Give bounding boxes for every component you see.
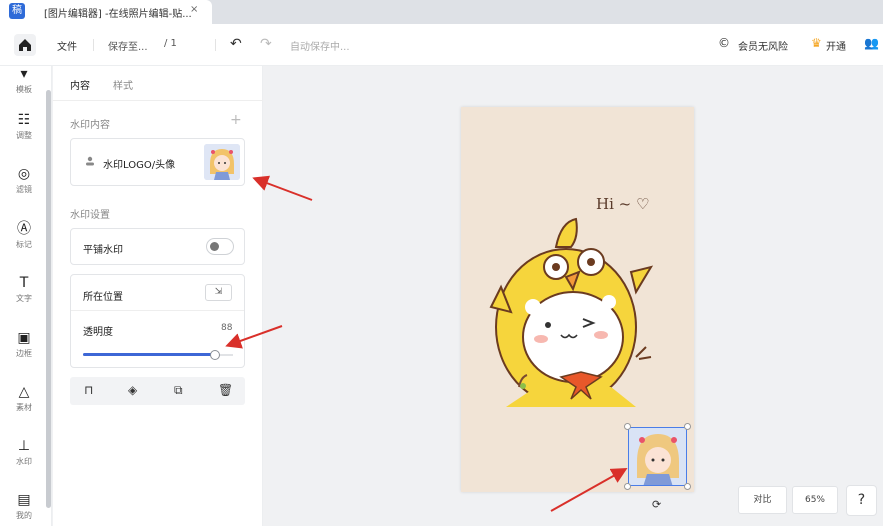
- tab-title: [图片编辑器] -在线照片编辑-贴...: [44, 9, 192, 20]
- compare-button[interactable]: 对比: [738, 486, 787, 514]
- nav-item-adjust[interactable]: ☷ 调整: [0, 112, 48, 141]
- nav-item-mine[interactable]: ▤ 我的: [0, 492, 48, 521]
- nav-label: 边框: [16, 349, 32, 358]
- tile-toggle[interactable]: [206, 238, 234, 255]
- section-title-settings: 水印设置: [70, 210, 110, 221]
- watermark-logo-card[interactable]: 水印LOGO/头像: [70, 138, 245, 186]
- zoom-level[interactable]: 65%: [792, 486, 838, 514]
- close-icon[interactable]: ×: [190, 4, 198, 15]
- toggle-knob: [210, 242, 219, 251]
- opacity-label: 透明度: [83, 327, 113, 338]
- watermark-logo-layer[interactable]: [628, 427, 687, 486]
- nav-item-filter[interactable]: ◎ 滤镜: [0, 166, 48, 195]
- redo-icon[interactable]: ↷: [260, 36, 272, 52]
- tab-content[interactable]: 内容: [70, 77, 90, 92]
- material-icon: △: [18, 384, 30, 400]
- nav-label: 我的: [16, 511, 32, 520]
- nav-label: 调整: [16, 131, 32, 140]
- left-nav: ▾ 模板 ☷ 调整 ◎ 滤镜 Ⓐ 标记 T 文字 ▣ 边框 △ 素材 ⊥ 水印 …: [0, 66, 52, 526]
- slider-thumb[interactable]: [210, 350, 220, 360]
- home-icon[interactable]: [14, 34, 36, 56]
- person-icon: [85, 156, 95, 169]
- position-label: 所在位置: [83, 292, 123, 303]
- rotate-icon[interactable]: ⟳: [652, 498, 661, 511]
- resize-handle[interactable]: [624, 423, 631, 430]
- top-toolbar: 文件 保存至... / 1 ↶ ↷ 自动保存中... © 会员无风险 ♛ 开通 …: [0, 24, 883, 66]
- nav-item-border[interactable]: ▣ 边框: [0, 330, 48, 359]
- add-icon[interactable]: +: [230, 112, 242, 128]
- nav-scrollbar[interactable]: [46, 90, 51, 508]
- nav-item-mark[interactable]: Ⓐ 标记: [0, 221, 48, 250]
- resize-handle[interactable]: [684, 483, 691, 490]
- copy-icon[interactable]: ⧉: [174, 383, 183, 398]
- section-title-content: 水印内容: [70, 120, 110, 131]
- mark-icon: Ⓐ: [17, 221, 31, 237]
- resize-handle[interactable]: [684, 423, 691, 430]
- nav-label: 素材: [16, 403, 32, 412]
- help-button[interactable]: ?: [846, 485, 877, 516]
- position-select-icon[interactable]: ⇲: [205, 284, 232, 301]
- delete-icon[interactable]: 🗑: [218, 383, 233, 397]
- nav-label: 滤镜: [16, 185, 32, 194]
- resize-handle[interactable]: [624, 483, 631, 490]
- lock-icon[interactable]: ⊓: [84, 383, 93, 397]
- vip-open-button[interactable]: 开通: [826, 38, 846, 53]
- page-count: / 1: [164, 38, 177, 49]
- browser-tab[interactable]: 稿 [图片编辑器] -在线照片编辑-贴... ×: [0, 0, 212, 24]
- opacity-value: 88: [221, 323, 233, 333]
- tab-style[interactable]: 样式: [113, 77, 133, 92]
- layers-icon[interactable]: ◈: [128, 383, 137, 397]
- nav-label: 文字: [16, 294, 32, 303]
- save-to-button[interactable]: 保存至...: [108, 38, 148, 53]
- undo-icon[interactable]: ↶: [230, 36, 242, 52]
- app-logo-icon: 稿: [9, 3, 25, 19]
- position-opacity-card: 所在位置 ⇲ 透明度 88: [70, 274, 245, 368]
- logo-thumbnail[interactable]: [204, 144, 240, 180]
- user-icon[interactable]: 👥: [864, 36, 879, 50]
- adjust-icon: ☷: [17, 112, 31, 128]
- logo-label: 水印LOGO/头像: [103, 160, 176, 171]
- tile-label: 平铺水印: [83, 245, 123, 256]
- mine-icon: ▤: [17, 492, 31, 508]
- filter-icon: ◎: [17, 166, 31, 182]
- nav-item-text[interactable]: T 文字: [0, 275, 48, 304]
- nav-item-template[interactable]: ▾ 模板: [0, 66, 48, 95]
- tile-watermark-row: 平铺水印: [70, 228, 245, 265]
- divider: [71, 310, 244, 311]
- vip-crown-icon: ♛: [811, 36, 822, 50]
- divider: [215, 39, 216, 51]
- nav-label: 水印: [16, 457, 32, 466]
- text-icon: T: [19, 275, 29, 291]
- opacity-slider[interactable]: [83, 350, 233, 360]
- divider: [93, 39, 94, 51]
- action-bar: ⊓ ◈ ⧉ 🗑: [70, 377, 245, 405]
- template-icon: ▾: [20, 66, 28, 82]
- slider-fill: [83, 353, 215, 356]
- watermark-icon: ⊥: [17, 438, 31, 454]
- watermark-panel: 内容 样式 水印内容 + 水印LOGO/头像 水印设置 平铺水印 所在位置 ⇲: [53, 66, 263, 526]
- nav-label: 模板: [16, 85, 32, 94]
- border-icon: ▣: [17, 330, 31, 346]
- member-guarantee-link[interactable]: 会员无风险: [738, 38, 788, 53]
- autosave-status: 自动保存中...: [290, 42, 350, 53]
- browser-tab-bar: 稿 [图片编辑器] -在线照片编辑-贴... ×: [0, 0, 883, 24]
- nav-item-watermark[interactable]: ⊥ 水印: [0, 438, 48, 467]
- divider: [53, 100, 263, 101]
- nav-label: 标记: [16, 240, 32, 249]
- file-menu[interactable]: 文件: [57, 38, 77, 53]
- nav-item-material[interactable]: △ 素材: [0, 384, 48, 413]
- copyright-icon: ©: [718, 36, 730, 50]
